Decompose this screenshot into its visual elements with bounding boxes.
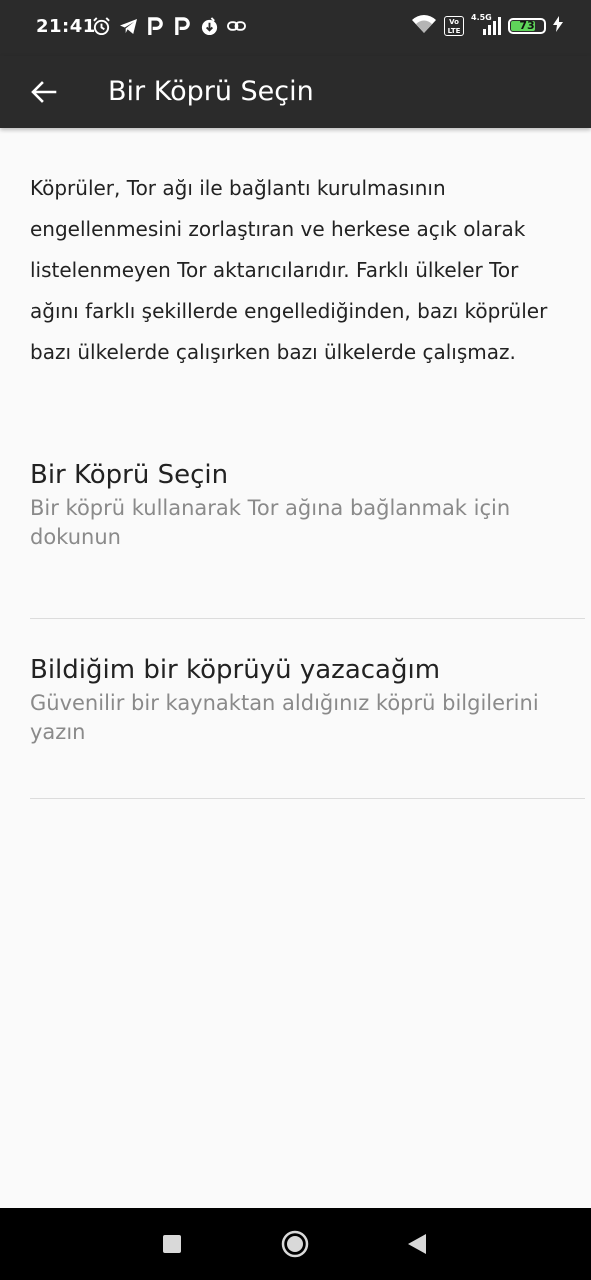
option-subtitle: Güvenilir bir kaynaktan aldığınız köprü …	[30, 691, 539, 744]
p-app-icon	[146, 15, 165, 37]
battery-level: 73	[519, 19, 535, 32]
recents-button[interactable]	[152, 1224, 192, 1264]
navigation-bar	[0, 1208, 591, 1280]
status-bar: 21:41 Vo LTE 4.5G 73	[0, 0, 591, 56]
intro-description: Köprüler, Tor ağı ile bağlantı kurulması…	[30, 176, 548, 364]
page-title: Bir Köprü Seçin	[108, 76, 314, 107]
system-back-button[interactable]	[397, 1224, 437, 1264]
volte-icon: Vo LTE	[444, 16, 464, 36]
option-subtitle: Bir köprü kullanarak Tor ağına bağlanmak…	[30, 496, 511, 549]
link-icon	[227, 15, 246, 37]
p-app-icon	[173, 15, 192, 37]
option-title: Bildiğim bir köprüyü yazacağım	[30, 655, 441, 685]
home-circle-icon	[281, 1230, 309, 1258]
signal-icon: 4.5G	[471, 13, 501, 37]
app-bar: Bir Köprü Seçin	[0, 56, 591, 128]
divider	[30, 618, 585, 619]
notification-icons	[92, 15, 246, 37]
content-area: Köprüler, Tor ağı ile bağlantı kurulması…	[30, 168, 560, 373]
status-time: 21:41	[36, 16, 96, 37]
option-enter-known-bridge[interactable]: Bildiğim bir köprüyü yazacağım Güvenilir…	[30, 653, 585, 747]
telegram-icon	[119, 15, 138, 37]
system-status-icons: Vo LTE 4.5G 73	[411, 13, 563, 38]
divider	[30, 798, 585, 799]
charging-bolt-icon	[553, 16, 563, 36]
battery-icon: 73	[508, 18, 546, 34]
volte-label: Vo LTE	[447, 18, 461, 35]
alarm-icon	[92, 15, 111, 37]
back-triangle-icon	[408, 1234, 426, 1254]
option-choose-bridge[interactable]: Bir Köprü Seçin Bir köprü kullanarak Tor…	[30, 458, 585, 552]
option-title: Bir Köprü Seçin	[30, 460, 229, 490]
recents-square-icon	[163, 1235, 181, 1253]
arrow-left-icon	[31, 81, 57, 103]
tor-app-icon	[200, 15, 219, 37]
wifi-icon	[411, 14, 437, 38]
back-button[interactable]	[20, 68, 68, 116]
home-button[interactable]	[275, 1224, 315, 1264]
